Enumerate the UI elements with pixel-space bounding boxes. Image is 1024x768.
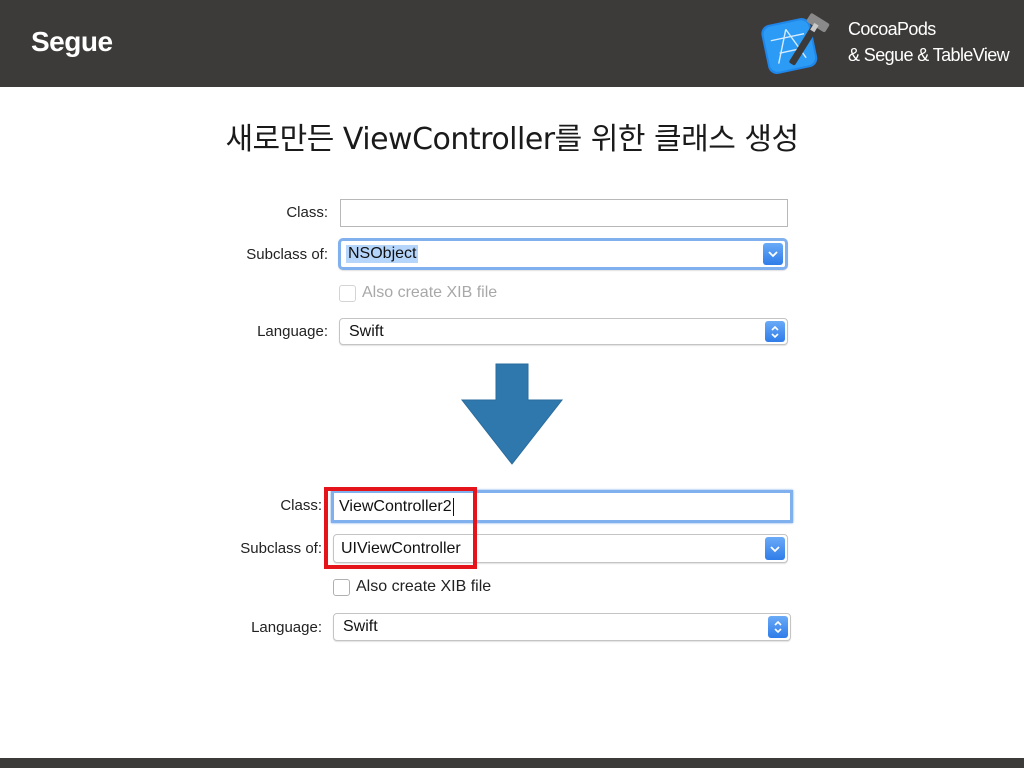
chevron-down-icon[interactable]	[765, 537, 785, 560]
after-subclass-label: Subclass of:	[240, 540, 322, 557]
after-xib-label: Also create XIB file	[356, 578, 492, 595]
highlight-box	[324, 487, 477, 569]
before-language-popup[interactable]: Swift	[339, 318, 788, 345]
xcode-icon	[761, 13, 830, 74]
down-arrow-icon	[460, 363, 564, 465]
footer-bar	[0, 758, 1024, 768]
header-subtitle-line2: & Segue & TableView	[848, 45, 1010, 65]
before-xib-label: Also create XIB file	[362, 284, 498, 301]
slide-title: 새로만든 ViewController를 위한 클래스 생성	[225, 122, 799, 157]
after-language-label: Language:	[251, 619, 322, 636]
before-language-label: Language:	[257, 323, 328, 340]
up-down-chevron-icon[interactable]	[768, 616, 788, 638]
up-down-chevron-icon[interactable]	[765, 321, 785, 342]
before-subclass-value: NSObject	[346, 245, 419, 263]
before-xib-checkbox[interactable]	[339, 285, 356, 302]
after-xib-checkbox[interactable]	[333, 579, 350, 596]
after-class-label: Class:	[280, 497, 322, 514]
header-subtitle: CocoaPods & Segue & TableView	[848, 16, 1010, 68]
header-subtitle-line1: CocoaPods	[848, 19, 936, 39]
after-language-value: Swift	[343, 618, 378, 635]
before-subclass-label: Subclass of:	[246, 246, 328, 263]
before-class-label: Class:	[286, 204, 328, 221]
before-language-value: Swift	[349, 322, 384, 340]
header-bar: Segue CocoaPods & Segue & TableView	[0, 0, 1024, 87]
after-language-popup[interactable]: Swift	[333, 613, 791, 641]
header-title: Segue	[31, 26, 113, 57]
chevron-down-icon[interactable]	[763, 243, 783, 265]
before-subclass-combobox[interactable]: NSObject	[338, 238, 788, 270]
before-class-field[interactable]	[340, 199, 788, 227]
